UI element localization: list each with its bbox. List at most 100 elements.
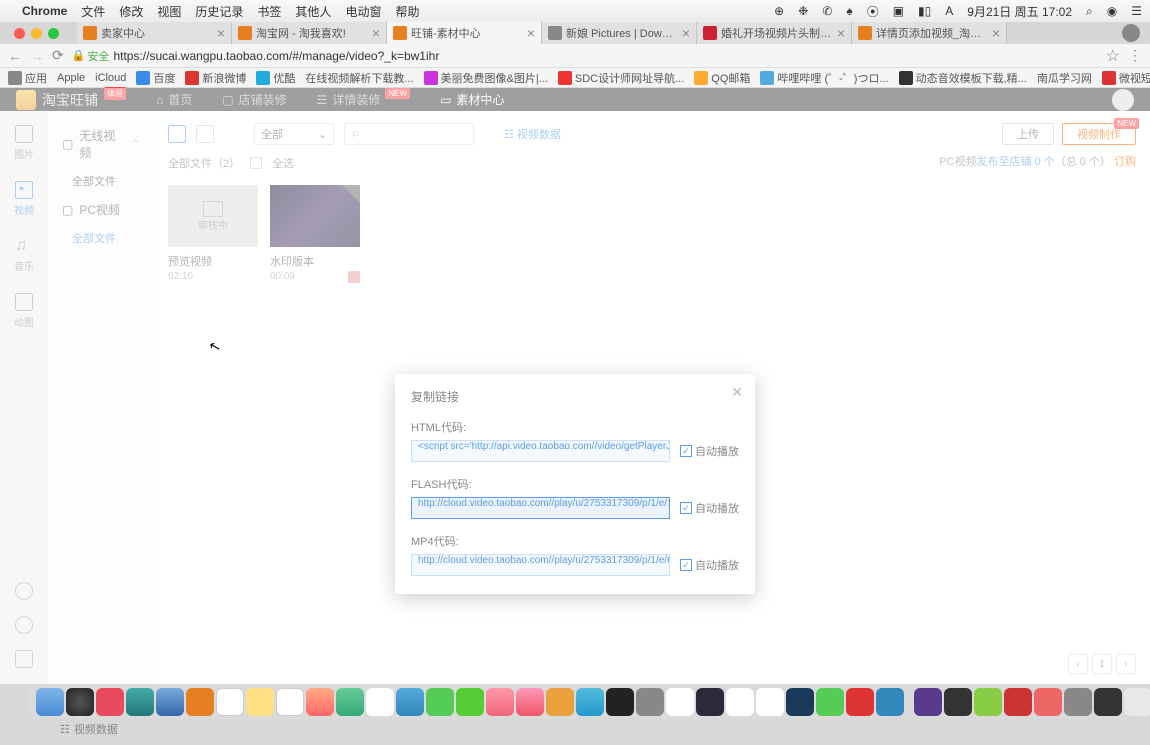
dock-app[interactable] xyxy=(974,688,1002,716)
bookmark-item[interactable]: Apple xyxy=(57,72,85,84)
browser-tab[interactable]: 淘宝网 - 淘我喜欢!× xyxy=(232,22,387,44)
bookmark-item[interactable]: 新浪微博 xyxy=(185,70,246,86)
bookmark-item[interactable]: QQ邮箱 xyxy=(694,70,750,86)
mp4-code-input[interactable]: http://cloud.video.taobao.com//play/u/27… xyxy=(411,554,670,576)
rail-music[interactable]: ♫音乐 xyxy=(14,237,34,273)
dock-app[interactable] xyxy=(126,688,154,716)
wifi-icon[interactable]: ⦿ xyxy=(867,3,879,20)
user-avatar[interactable] xyxy=(1112,89,1134,111)
dock-calendar[interactable] xyxy=(216,688,244,716)
menu-icon[interactable]: ⋮ xyxy=(1128,47,1142,64)
sub-allfiles-2[interactable]: 全部文件 xyxy=(48,224,154,252)
video-thumb[interactable]: 水印版本 00:09 xyxy=(270,185,360,283)
bookmark-item[interactable]: 微视短视频下载... xyxy=(1102,70,1150,86)
menu-history[interactable]: 历史记录 xyxy=(195,3,243,20)
browser-tab[interactable]: 新娘 Pictures | Download Free× xyxy=(542,22,697,44)
dock-music[interactable] xyxy=(516,688,544,716)
dock-app[interactable] xyxy=(944,688,972,716)
dock-facetime[interactable] xyxy=(456,688,484,716)
menu-window[interactable]: 电动窗 xyxy=(345,3,381,20)
dock-reminders[interactable] xyxy=(276,688,304,716)
dock-appstore[interactable] xyxy=(576,688,604,716)
flash-code-input[interactable]: http://cloud.video.taobao.com//play/u/27… xyxy=(411,497,670,519)
dock-app[interactable] xyxy=(96,688,124,716)
dock-app[interactable] xyxy=(366,688,394,716)
bookmark-item[interactable]: 百度 xyxy=(136,70,175,86)
filter-select[interactable]: 全部⌄ xyxy=(254,123,334,145)
tab-close-icon[interactable]: × xyxy=(992,25,1000,41)
menu-help[interactable]: 帮助 xyxy=(395,3,419,20)
reload-button[interactable]: ⟳ xyxy=(52,47,64,64)
modal-close-button[interactable]: ✕ xyxy=(731,384,743,401)
video-thumb[interactable]: 审核中 预览视频 02:10 xyxy=(168,185,258,283)
dock-app[interactable] xyxy=(914,688,942,716)
upload-button[interactable]: 上传 xyxy=(1002,123,1054,145)
siri-icon[interactable]: ◉ xyxy=(1107,4,1117,18)
browser-tab-active[interactable]: 旺铺-素材中心× xyxy=(387,22,542,44)
bookmark-item[interactable]: 动态音效模板下载,精... xyxy=(899,70,1027,86)
app-name[interactable]: Chrome xyxy=(22,4,67,18)
bookmark-item[interactable]: 哔哩哔哩 (゜-゜)つロ... xyxy=(760,70,888,86)
page-number[interactable]: 1 xyxy=(1092,654,1112,674)
notifications-icon[interactable]: ☰ xyxy=(1131,4,1142,18)
select-all-checkbox[interactable] xyxy=(250,157,262,169)
profile-icon[interactable] xyxy=(1122,24,1140,42)
status-icon[interactable]: ❉ xyxy=(798,4,808,18)
bookmark-item[interactable]: SDC设计师网址导航... xyxy=(558,70,684,86)
forward-button[interactable]: → xyxy=(30,48,44,64)
dock-app[interactable] xyxy=(846,688,874,716)
dock-app[interactable] xyxy=(1124,688,1150,716)
dock-notes[interactable] xyxy=(246,688,274,716)
browser-tab[interactable]: 卖家中心× xyxy=(77,22,232,44)
status-icon[interactable]: ▣ xyxy=(893,4,904,18)
bookmark-item[interactable]: 美丽免费图像&图片|... xyxy=(424,70,548,86)
make-video-button[interactable]: NEW视频制作 xyxy=(1062,123,1136,145)
breadcrumb-path[interactable]: 全部文件（2） xyxy=(168,155,240,171)
edit-icon[interactable] xyxy=(15,650,33,668)
sub-allfiles-1[interactable]: 全部文件 xyxy=(48,167,154,195)
dock-wechat[interactable] xyxy=(816,688,844,716)
dock-app[interactable] xyxy=(1034,688,1062,716)
rail-video[interactable]: ▸视频 xyxy=(14,181,34,217)
menu-bookmarks[interactable]: 书签 xyxy=(257,3,281,20)
dock-app[interactable] xyxy=(306,688,334,716)
search-icon[interactable]: ⌕ xyxy=(1086,4,1093,19)
nav-assets[interactable]: ▭ 素材中心 xyxy=(440,91,504,108)
battery-icon[interactable]: ▮▯ xyxy=(918,4,931,18)
dock-premiere[interactable] xyxy=(696,688,724,716)
rail-gif[interactable]: 动图 xyxy=(14,293,34,329)
tab-close-icon[interactable]: × xyxy=(527,25,535,41)
window-maximize[interactable] xyxy=(48,28,59,39)
nav-detail[interactable]: ☰ 详情装修NEW xyxy=(317,91,410,108)
dock-settings[interactable] xyxy=(636,688,664,716)
dock-app[interactable] xyxy=(756,688,784,716)
sub-pc-video[interactable]: ▢ PC视频 xyxy=(48,195,154,224)
status-icon[interactable]: ✆ xyxy=(822,4,832,18)
dock-qq[interactable] xyxy=(726,688,754,716)
dock-messages[interactable] xyxy=(426,688,454,716)
browser-tab[interactable]: 婚礼开场视频片头制作mv结婚短...× xyxy=(697,22,852,44)
dock-app[interactable] xyxy=(1064,688,1092,716)
tab-close-icon[interactable]: × xyxy=(217,25,225,41)
dock-app[interactable] xyxy=(1004,688,1032,716)
help-icon[interactable] xyxy=(15,582,33,600)
site-logo[interactable]: 淘宝旺铺 体验 xyxy=(16,90,126,110)
browser-tab[interactable]: 详情页添加视频_淘宝搜索× xyxy=(852,22,1007,44)
page-next[interactable]: › xyxy=(1116,654,1136,674)
video-data-link[interactable]: ☷ 视频数据 xyxy=(504,126,561,142)
dock-safari[interactable] xyxy=(156,688,184,716)
back-button[interactable]: ← xyxy=(8,48,22,64)
dock-app[interactable] xyxy=(66,688,94,716)
window-minimize[interactable] xyxy=(31,28,42,39)
rail-images[interactable]: 图片 xyxy=(14,125,34,161)
dock-finder[interactable] xyxy=(36,688,64,716)
html-code-input[interactable]: <script src='http://api.video.taobao.com… xyxy=(411,440,670,462)
dock-chrome[interactable] xyxy=(666,688,694,716)
window-close[interactable] xyxy=(14,28,25,39)
refresh-icon[interactable] xyxy=(15,616,33,634)
dock-app[interactable] xyxy=(486,688,514,716)
autoplay-checkbox[interactable]: ✓自动播放 xyxy=(680,557,739,573)
search-input[interactable]: ⌕ xyxy=(344,123,474,145)
status-icon[interactable]: ♠ xyxy=(846,4,852,18)
dock-books[interactable] xyxy=(546,688,574,716)
